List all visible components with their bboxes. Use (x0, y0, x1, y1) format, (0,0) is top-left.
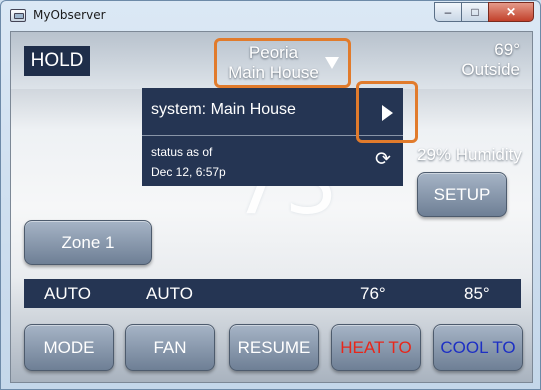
app-window-icon (10, 9, 26, 22)
title-bar[interactable]: MyObserver – □ ✕ (1, 1, 540, 31)
mode-value: AUTO (44, 284, 91, 303)
status-line-2: Dec 12, 6:57p (151, 165, 226, 179)
caret-down-icon (325, 57, 339, 69)
outside-label: Outside (461, 60, 520, 79)
thermostat-screen: HOLD Peoria Main House 69° Outside 73° s… (10, 31, 533, 383)
zone-button[interactable]: Zone 1 (24, 220, 152, 265)
system-label: system: Main House (151, 101, 296, 118)
outside-temp-value: 69° (494, 40, 520, 59)
window-title: MyObserver (33, 8, 106, 22)
location-city: Peoria (248, 43, 299, 62)
heat-to-button[interactable]: HEAT TO (331, 324, 421, 371)
setup-button[interactable]: SETUP (417, 172, 507, 217)
resume-button[interactable]: RESUME (229, 324, 319, 371)
fan-button[interactable]: FAN (125, 324, 215, 371)
location-selector[interactable]: Peoria Main House (214, 38, 351, 88)
location-name: Main House (228, 63, 319, 82)
cool-to-button[interactable]: COOL TO (433, 324, 523, 371)
minimize-button[interactable]: – (434, 2, 461, 22)
outside-temperature: 69° Outside (461, 40, 520, 80)
heat-to-value: 76° (360, 284, 386, 303)
close-button[interactable]: ✕ (488, 2, 534, 22)
humidity-reading: 29% Humidity (417, 145, 522, 164)
app-window: MyObserver – □ ✕ HOLD Peoria Main House … (0, 0, 541, 390)
refresh-icon[interactable]: ⟳ (373, 150, 393, 170)
settings-band: AUTO AUTO 76° 85° (24, 279, 521, 308)
status-text: status as of Dec 12, 6:57p (151, 142, 226, 182)
window-controls: – □ ✕ (434, 2, 534, 23)
system-next-button[interactable] (356, 81, 418, 143)
fan-value: AUTO (146, 284, 193, 303)
mode-button[interactable]: MODE (24, 324, 114, 371)
status-line-1: status as of (151, 145, 213, 159)
hold-badge[interactable]: HOLD (24, 46, 90, 76)
cool-to-value: 85° (464, 284, 490, 303)
maximize-button[interactable]: □ (461, 2, 488, 22)
play-arrow-icon (382, 105, 393, 121)
